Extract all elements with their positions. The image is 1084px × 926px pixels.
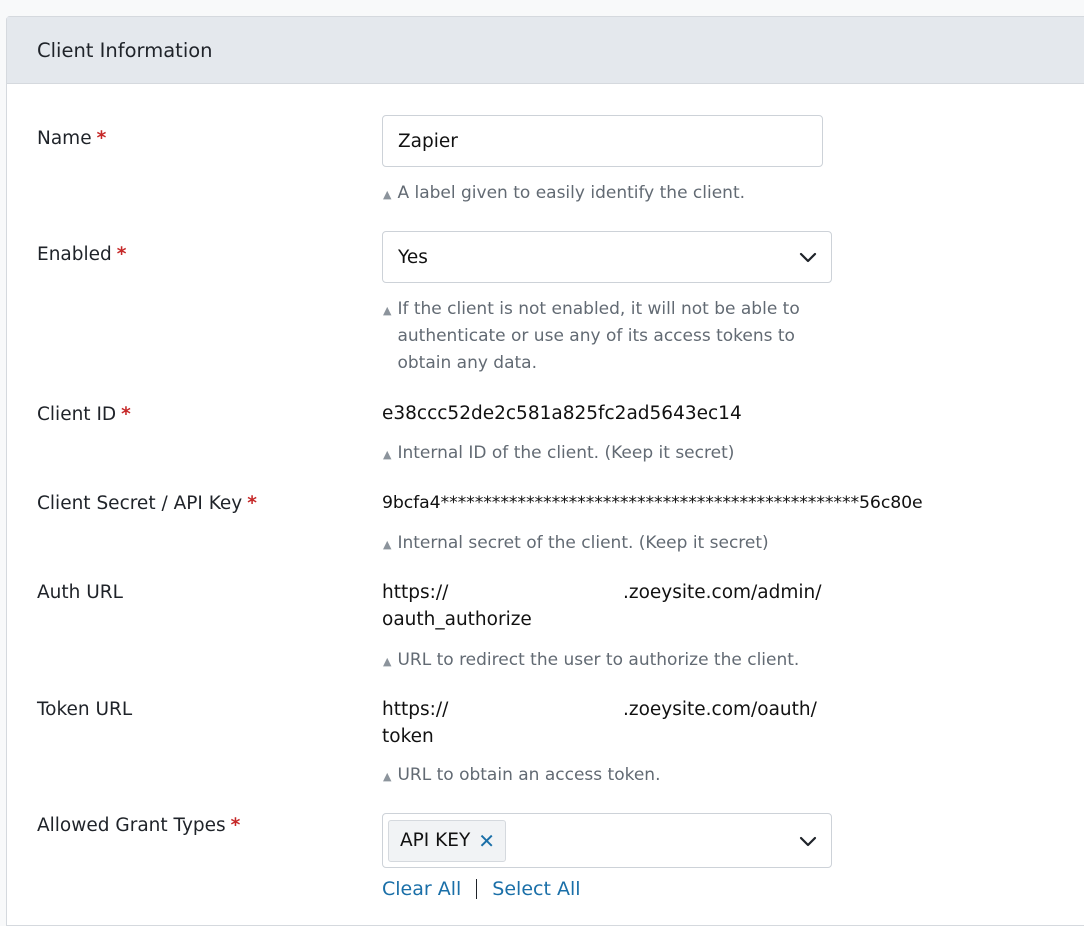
- enabled-hint-line: authenticate or use any of its access to…: [397, 326, 795, 346]
- enabled-hint-line: If the client is not enabled, it will no…: [397, 299, 800, 319]
- client-secret-hint: ▲ Internal secret of the client. (Keep i…: [383, 530, 769, 558]
- grant-type-tag-label: API KEY: [400, 830, 471, 851]
- name-input[interactable]: Zapier: [382, 115, 823, 167]
- grant-types-actions: Clear All Select All: [382, 878, 581, 900]
- token-url-hint: ▲ URL to obtain an access token.: [383, 762, 660, 790]
- client-id-value: e38ccc52de2c581a825fc2ad5643ec14: [382, 403, 742, 424]
- auth-url-line1-start: https://: [382, 582, 449, 603]
- enabled-select[interactable]: Yes: [382, 231, 832, 283]
- panel-header: Client Information: [7, 17, 1084, 84]
- enabled-label: Enabled *: [37, 244, 127, 265]
- client-id-hint: ▲ Internal ID of the client. (Keep it se…: [383, 440, 734, 468]
- remove-tag-icon[interactable]: ✕: [478, 831, 495, 851]
- name-hint: ▲ A label given to easily identify the c…: [383, 180, 745, 208]
- client-secret-label: Client Secret / API Key *: [37, 493, 257, 514]
- required-mark: *: [230, 815, 241, 836]
- auth-url-label: Auth URL: [37, 582, 123, 603]
- enabled-hint-line: obtain any data.: [397, 353, 537, 373]
- token-url-line1-start: https://: [382, 699, 449, 720]
- hint-triangle-icon: ▲: [383, 448, 392, 461]
- auth-url-hint: ▲ URL to redirect the user to authorize …: [383, 647, 799, 675]
- grant-types-label: Allowed Grant Types *: [37, 815, 241, 836]
- required-mark: *: [121, 404, 131, 425]
- clear-all-link[interactable]: Clear All: [382, 878, 461, 900]
- required-mark: *: [116, 244, 127, 265]
- enabled-hint: ▲ If the client is not enabled, it will …: [383, 296, 800, 377]
- hint-triangle-icon: ▲: [383, 538, 392, 551]
- grant-type-tag: API KEY ✕: [388, 819, 507, 862]
- client-id-label: Client ID *: [37, 404, 131, 425]
- name-label: Name *: [37, 128, 107, 149]
- hint-triangle-icon: ▲: [383, 304, 392, 317]
- required-mark: *: [247, 493, 257, 514]
- name-input-value: Zapier: [398, 130, 458, 152]
- chevron-down-icon: [799, 252, 817, 263]
- auth-url-line2: oauth_authorize: [382, 609, 532, 630]
- client-secret-value: 9bcfa4**********************************…: [382, 493, 923, 513]
- required-mark: *: [96, 128, 107, 149]
- grant-types-multiselect[interactable]: API KEY ✕: [382, 813, 832, 868]
- token-url-label: Token URL: [37, 699, 133, 720]
- chevron-down-icon[interactable]: [799, 835, 817, 847]
- hint-triangle-icon: ▲: [383, 770, 392, 783]
- link-separator: [476, 879, 478, 899]
- hint-triangle-icon: ▲: [383, 188, 392, 201]
- hint-triangle-icon: ▲: [383, 655, 392, 668]
- select-all-link[interactable]: Select All: [492, 878, 580, 900]
- enabled-select-value: Yes: [398, 246, 428, 268]
- auth-url-line1-end: .zoeysite.com/admin/: [623, 582, 822, 603]
- token-url-line1-end: .zoeysite.com/oauth/: [623, 699, 817, 720]
- token-url-line2: token: [382, 726, 434, 747]
- panel-title: Client Information: [37, 38, 213, 62]
